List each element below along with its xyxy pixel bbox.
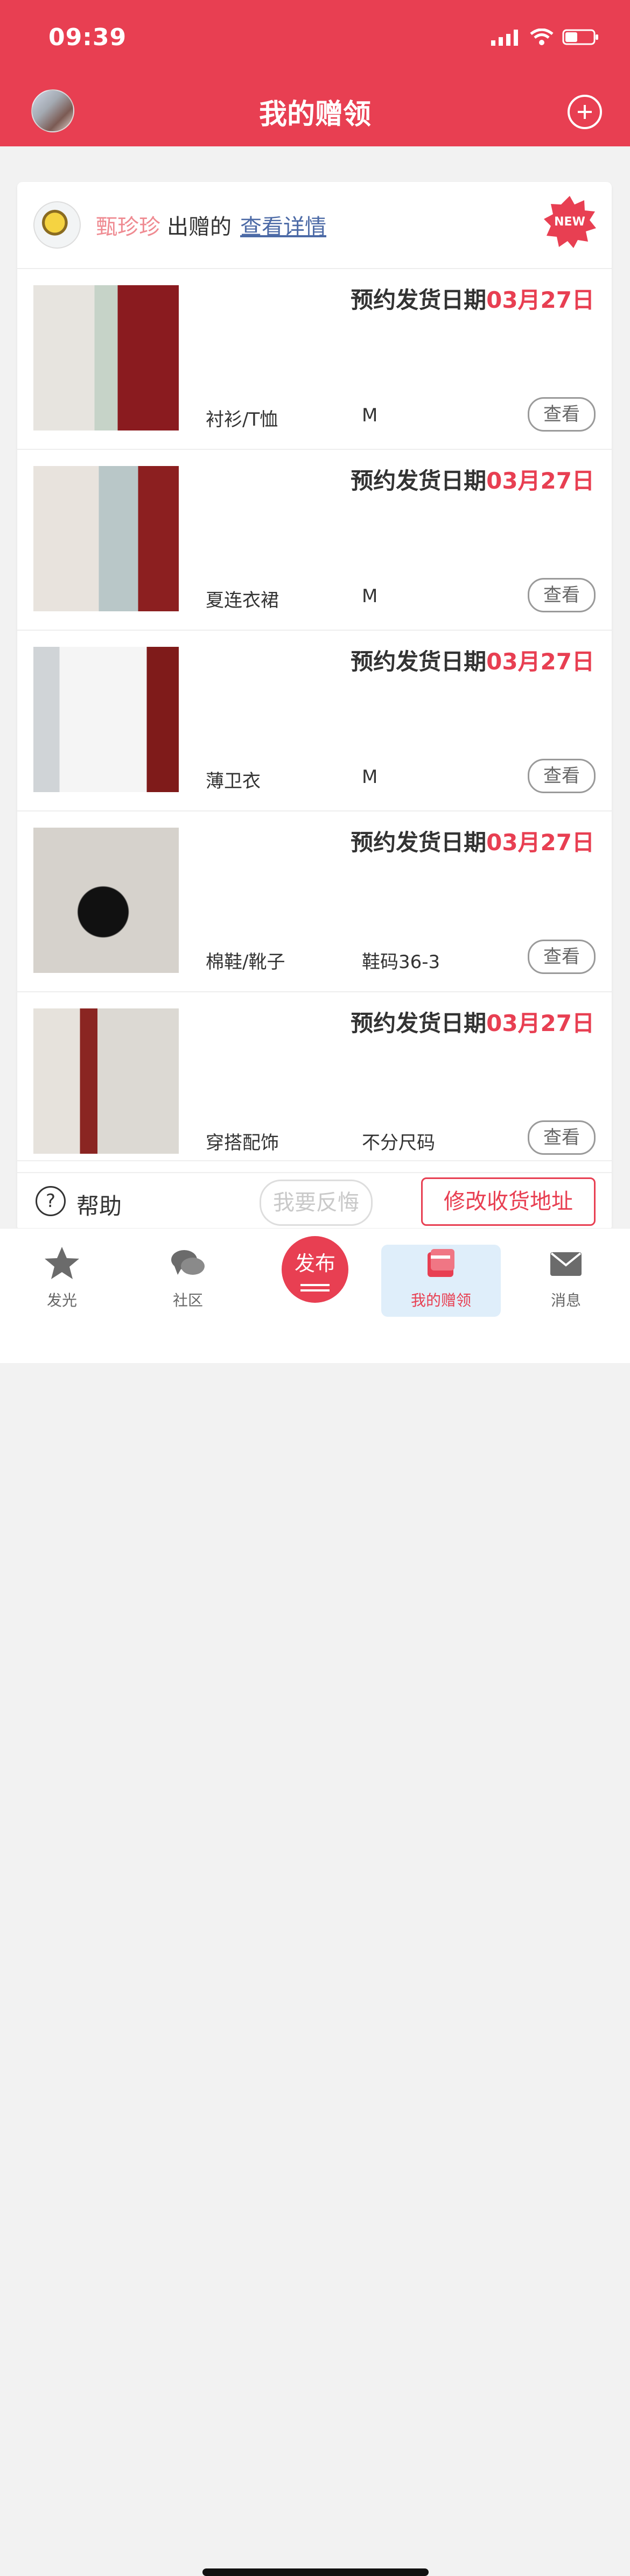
list-item[interactable]: 预约发货日期03月27日 穿搭配饰 不分尺码 查看 <box>17 992 612 1173</box>
publish-lines-icon <box>300 1284 330 1286</box>
ship-date: 预约发货日期03月27日 <box>351 463 594 496</box>
item-category: 衬衫/T恤 <box>206 409 278 430</box>
cards-icon <box>428 1249 454 1277</box>
tab-community[interactable]: 社区 <box>142 1245 234 1310</box>
item-image[interactable] <box>33 1008 179 1154</box>
page-title: 我的赠领 <box>258 98 371 131</box>
gift-card: 甄珍珍 出赠的 查看详情 NEW 预约发货日期03月27日 衬衫/T恤 M 查看… <box>17 182 612 1231</box>
tab-my-gifts[interactable]: 我的赠领 <box>381 1245 501 1317</box>
item-size: M <box>362 766 378 788</box>
chat-bubbles-icon <box>171 1250 205 1275</box>
item-image[interactable] <box>33 828 179 973</box>
bottom-tab-bar: 发光 社区 发布 我的赠领 消息 <box>0 1228 630 2576</box>
ship-date: 预约发货日期03月27日 <box>351 644 594 676</box>
giver-text: 出赠的 <box>167 215 232 239</box>
giver-avatar <box>33 201 81 249</box>
ship-date-label: 预约发货日期 <box>351 829 487 856</box>
wifi-icon <box>530 29 554 45</box>
regret-button[interactable]: 我要反悔 <box>260 1180 373 1226</box>
ship-date-value: 03月27日 <box>486 1010 594 1036</box>
tab-label: 社区 <box>172 1291 203 1309</box>
star-icon <box>45 1247 79 1279</box>
item-category: 棉鞋/靴子 <box>206 951 285 973</box>
ship-date-value: 03月27日 <box>486 468 594 494</box>
tab-label: 消息 <box>550 1291 581 1309</box>
publish-label: 发布 <box>294 1252 335 1275</box>
list-item[interactable]: 预约发货日期03月27日 薄卫衣 M 查看 <box>17 631 612 811</box>
add-button[interactable] <box>568 95 602 129</box>
ship-date-label: 预约发货日期 <box>351 468 487 494</box>
tab-label: 我的赠领 <box>410 1291 471 1309</box>
ship-date: 预约发货日期03月27日 <box>351 1005 594 1038</box>
list-item[interactable]: 预约发货日期03月27日 衬衫/T恤 M 查看 <box>17 269 612 450</box>
view-button[interactable]: 查看 <box>528 940 596 974</box>
item-image[interactable] <box>33 466 179 611</box>
ship-date: 预约发货日期03月27日 <box>351 824 594 857</box>
battery-icon <box>562 29 598 45</box>
signal-icon <box>491 30 518 46</box>
item-category: 穿搭配饰 <box>206 1132 279 1154</box>
item-size: M <box>362 405 378 426</box>
ship-date-value: 03月27日 <box>486 648 594 675</box>
view-button[interactable]: 查看 <box>528 1120 596 1155</box>
status-icons <box>491 28 600 46</box>
help-link[interactable]: 帮助 <box>76 1188 122 1221</box>
envelope-icon <box>550 1252 582 1276</box>
ship-date-value: 03月27日 <box>486 829 594 856</box>
ship-date-label: 预约发货日期 <box>351 287 487 313</box>
ship-date-label: 预约发货日期 <box>351 1010 487 1036</box>
item-category: 薄卫衣 <box>206 771 261 792</box>
home-indicator <box>202 2568 429 2576</box>
edit-address-button[interactable]: 修改收货地址 <box>421 1177 596 1226</box>
ship-date-label: 预约发货日期 <box>351 648 487 675</box>
item-image[interactable] <box>33 647 179 792</box>
item-size: M <box>362 585 378 607</box>
list-item[interactable]: 预约发货日期03月27日 棉鞋/靴子 鞋码36-3 查看 <box>17 811 612 992</box>
status-time: 09:39 <box>48 24 127 51</box>
view-button[interactable]: 查看 <box>528 759 596 793</box>
header-bar: 09:39 我的赠领 <box>0 0 630 146</box>
ship-date: 预约发货日期03月27日 <box>351 282 594 315</box>
item-size: 鞋码36-3 <box>362 951 440 973</box>
new-badge-text: NEW <box>554 215 585 229</box>
tab-glow[interactable]: 发光 <box>16 1245 108 1310</box>
item-category: 夏连衣裙 <box>206 590 279 611</box>
giver-name[interactable]: 甄珍珍 <box>96 209 160 241</box>
view-details-link[interactable]: 查看详情 <box>240 209 326 241</box>
view-button[interactable]: 查看 <box>528 578 596 612</box>
new-badge: NEW <box>543 195 597 249</box>
view-button[interactable]: 查看 <box>528 397 596 432</box>
item-image[interactable] <box>33 285 179 430</box>
ship-date-value: 03月27日 <box>486 287 594 313</box>
tab-messages[interactable]: 消息 <box>520 1245 612 1310</box>
list-item[interactable]: 预约发货日期03月27日 夏连衣裙 M 查看 <box>17 450 612 631</box>
card-footer: ? 帮助 我要反悔 修改收货地址 <box>17 1160 612 1231</box>
item-size: 不分尺码 <box>362 1132 435 1154</box>
publish-button[interactable]: 发布 <box>282 1236 348 1303</box>
help-icon[interactable]: ? <box>36 1186 66 1216</box>
giver-row: 甄珍珍 出赠的 查看详情 NEW <box>17 182 612 269</box>
tab-label: 发光 <box>46 1291 77 1309</box>
